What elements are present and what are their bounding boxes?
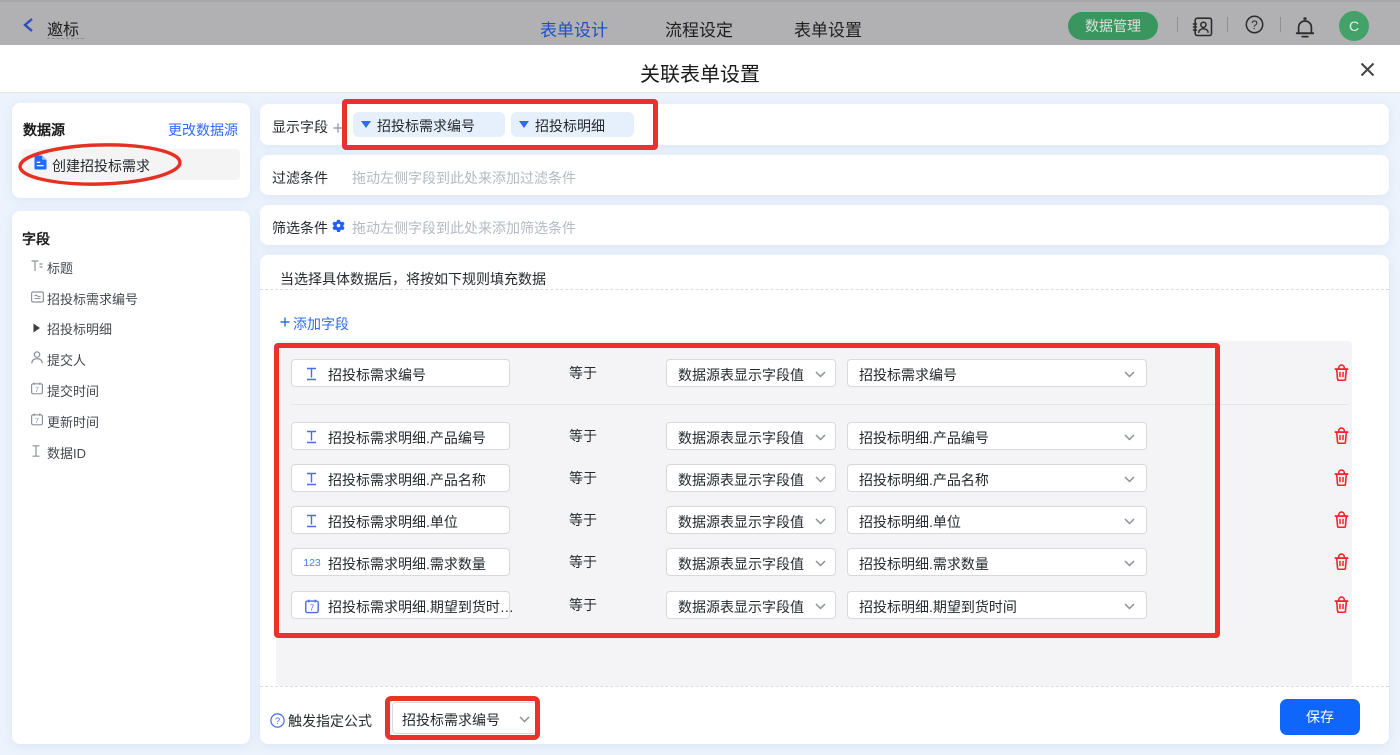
- svg-text:7: 7: [35, 387, 39, 394]
- svg-text:?: ?: [1251, 18, 1258, 32]
- svg-text:?: ?: [275, 716, 280, 727]
- svg-text:7: 7: [35, 418, 39, 425]
